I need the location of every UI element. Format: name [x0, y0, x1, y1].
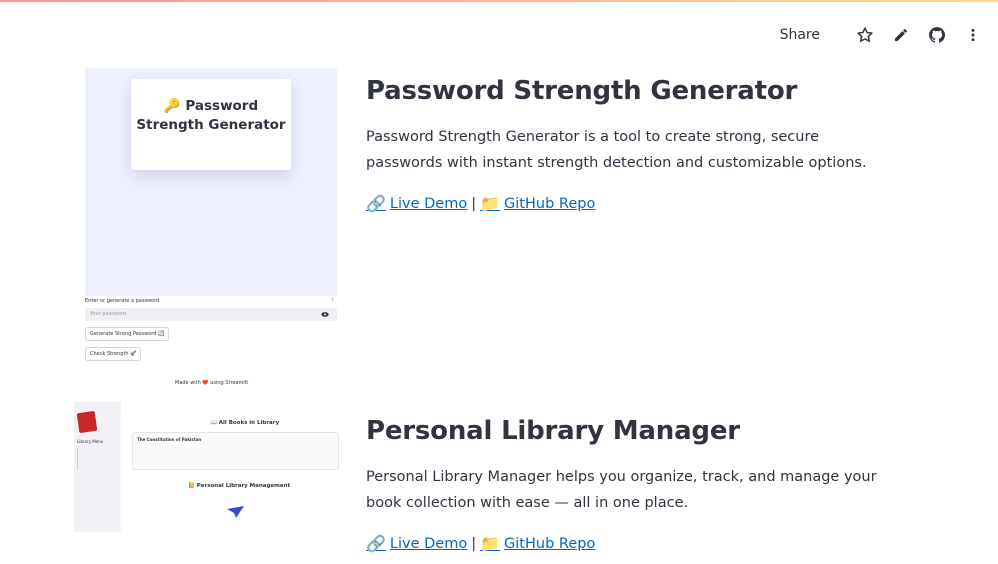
project-description: Password Strength Generator is a tool to…: [366, 129, 867, 171]
thumbnail-book-box: The Constitution of Pakistan: [132, 432, 339, 470]
project-thumbnail: 🔑 Password Strength Generator Enter or g…: [85, 68, 337, 390]
project-title: Personal Library Manager: [366, 416, 740, 446]
link-separator: |: [471, 195, 477, 212]
thumbnail-book-title: The Constitution of Pakistan: [137, 437, 202, 442]
paper-plane-icon: [227, 506, 244, 518]
thumbnail-card-title: 🔑 Password Strength Generator: [136, 98, 286, 133]
project-description: Personal Library Manager helps you organ…: [366, 469, 877, 511]
thumbnail-title-card: 🔑 Password Strength Generator: [131, 79, 291, 170]
folder-icon: 📁: [480, 194, 501, 213]
link-separator: |: [471, 535, 477, 552]
thumbnail-header: 📖 All Books in Library: [210, 420, 280, 426]
more-vert-icon[interactable]: [962, 24, 984, 46]
share-button[interactable]: Share: [780, 27, 820, 43]
thumbnail-hero: 🔑 Password Strength Generator: [85, 68, 337, 296]
thumbnail-section-title: 📔 Personal Library Management: [188, 483, 291, 489]
thumbnail-check-button: Check Strength 🚀: [85, 347, 142, 361]
link-icon: 🔗: [366, 194, 386, 213]
github-icon[interactable]: [926, 24, 948, 46]
live-demo-link[interactable]: 🔗 Live Demo: [366, 534, 467, 553]
project-links: 🔗 Live Demo | 📁 GitHub Repo: [366, 194, 595, 213]
thumbnail-password-input: Your password: [85, 308, 337, 321]
thumbnail-input-label: Enter or generate a password: [85, 298, 160, 304]
eye-icon: [321, 312, 329, 317]
star-icon[interactable]: [854, 24, 876, 46]
books-icon: [76, 410, 98, 434]
link-icon: 🔗: [366, 534, 386, 553]
app-toolbar: Share: [780, 24, 984, 46]
pencil-icon[interactable]: [890, 24, 912, 46]
project-title: Password Strength Generator: [366, 76, 798, 106]
thumbnail-menu-list: [77, 448, 107, 470]
thumbnail-generate-button: Generate Strong Password 🔄: [85, 327, 170, 341]
folder-icon: 📁: [480, 534, 501, 553]
top-decoration-bar: [0, 0, 998, 2]
github-repo-link[interactable]: 📁 GitHub Repo: [480, 534, 595, 553]
thumbnail-sidebar-title: Library Menu: [77, 439, 104, 444]
thumbnail-sidebar: Library Menu: [74, 402, 121, 532]
help-icon: ?: [331, 298, 334, 304]
github-repo-link[interactable]: 📁 GitHub Repo: [480, 194, 595, 213]
live-demo-link[interactable]: 🔗 Live Demo: [366, 194, 467, 213]
thumbnail-footer: Made with ❤️ using Streamlit: [175, 380, 249, 386]
project-thumbnail: Library Menu 📖 All Books in Library The …: [74, 402, 346, 532]
project-links: 🔗 Live Demo | 📁 GitHub Repo: [366, 534, 595, 553]
